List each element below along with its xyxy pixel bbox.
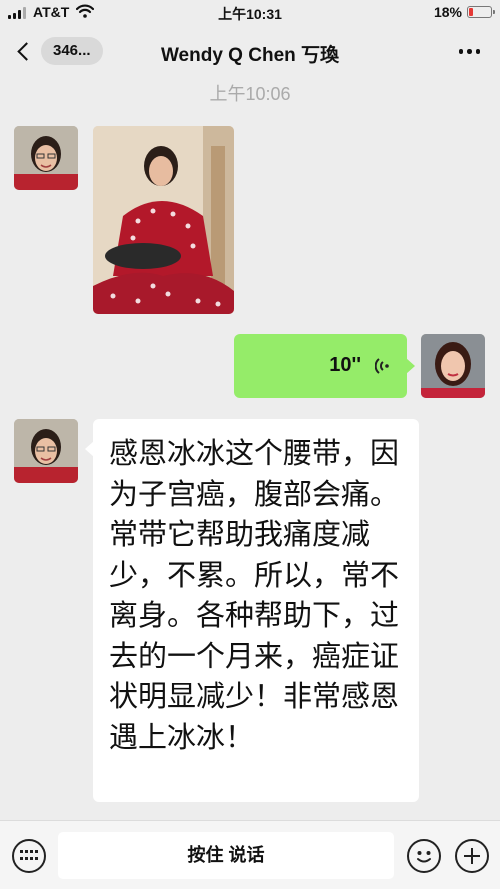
plus-icon[interactable] [455,839,489,873]
more-options-button[interactable] [458,49,480,54]
input-bar: 按住 说话 [0,820,500,889]
unread-count-badge: 346... [41,37,103,65]
chat-title: Wendy Q Chen 丂瑍 [160,45,340,66]
emoji-icon [417,851,431,863]
message-timestamp: 上午10:06 [209,84,291,104]
voice-wave-icon [375,358,389,374]
keyboard-icon [20,850,38,862]
chevron-left-icon [17,41,36,61]
text-message-bubble[interactable]: 感恩冰冰这个腰带，因为子宫癌，腹部会痛。常带它帮助我痛度减少，不累。所以，常不离… [85,419,419,802]
shared-photo[interactable] [93,126,234,314]
battery-fill [469,8,473,16]
message-text: 感恩冰冰这个腰带，因为子宫癌，腹部会痛。常带它帮助我痛度减少，不累。所以，常不离… [109,436,400,754]
keyboard-toggle-button[interactable] [12,839,46,873]
status-bar: AT&T 上午10:31 18% [0,0,500,26]
my-avatar[interactable] [421,334,485,398]
contact-avatar[interactable] [14,419,78,483]
nav-bar: 346... Wendy Q Chen 丂瑍 [0,28,500,74]
voice-duration: 10'' [329,354,361,376]
voice-message-bubble[interactable]: 10'' [234,334,415,398]
battery-low-icon [467,6,495,18]
more-dots-icon [458,49,463,54]
back-button[interactable]: 346... [14,37,103,65]
hold-to-talk-button[interactable]: 按住 说话 [58,832,394,879]
contact-avatar[interactable] [14,126,78,190]
battery-percent: 18% [433,4,462,20]
status-time: 上午10:31 [218,6,282,22]
emoji-button[interactable] [407,839,441,873]
